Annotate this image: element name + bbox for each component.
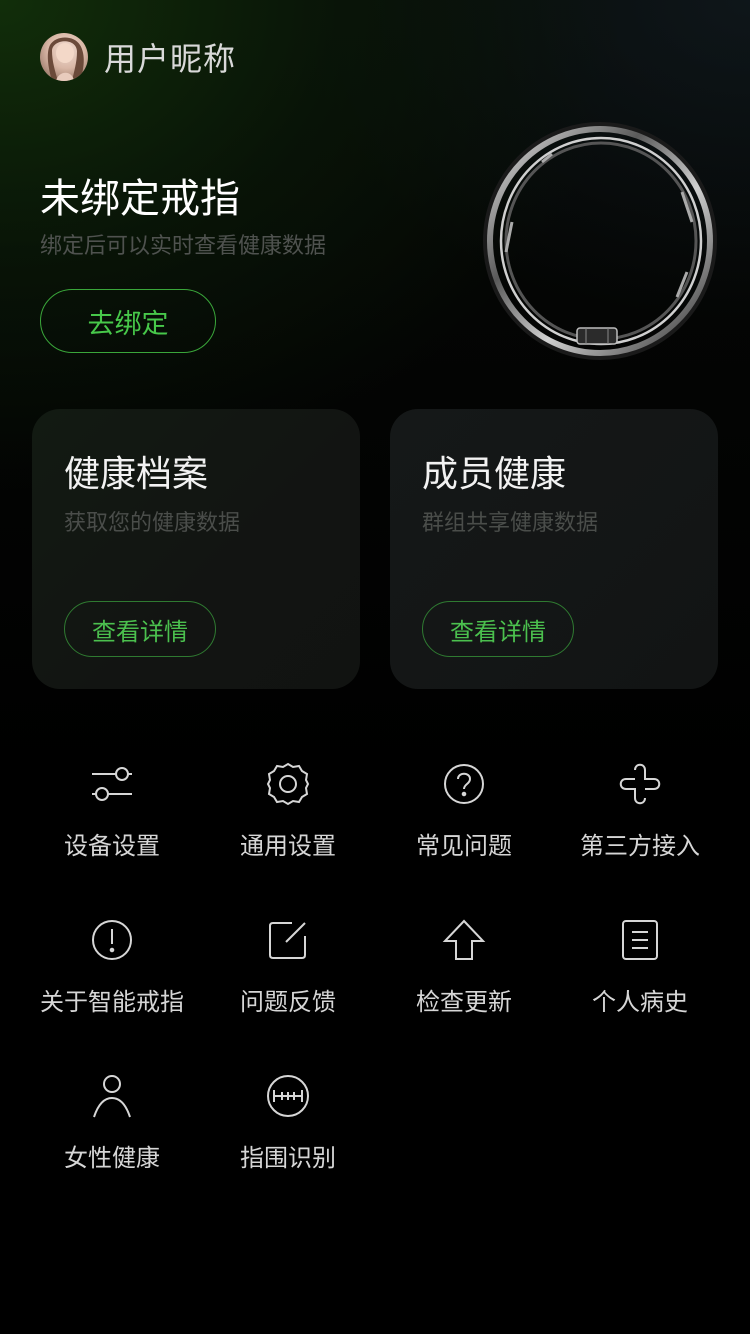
view-details-button[interactable]: 查看详情 — [422, 601, 574, 657]
menu-item-device-settings[interactable]: 设备设置 — [24, 740, 200, 860]
user-avatar-photo-icon — [47, 37, 84, 81]
card-title: 健康档案 — [64, 454, 209, 495]
nickname[interactable]: 用户昵称 — [104, 34, 236, 80]
gear-icon — [266, 762, 310, 806]
arrow-up-icon — [442, 919, 486, 960]
smart-ring-image — [483, 122, 717, 360]
menu-item-label: 问题反馈 — [240, 988, 336, 1016]
sliders-icon — [92, 767, 132, 801]
question-circle-icon — [444, 764, 484, 804]
health-record-card[interactable]: 健康档案 获取您的健康数据 查看详情 — [32, 409, 360, 689]
menu-item-label: 常见问题 — [416, 832, 512, 860]
ruler-circle-icon — [267, 1075, 309, 1117]
menu-item-label: 设备设置 — [64, 832, 160, 860]
bind-ring-button[interactable]: 去绑定 — [40, 289, 216, 353]
menu-item-faq[interactable]: 常见问题 — [376, 740, 552, 860]
menu-item-label: 女性健康 — [64, 1144, 160, 1172]
card-title: 成员健康 — [422, 454, 567, 495]
bind-status-subtitle: 绑定后可以实时查看健康数据 — [40, 234, 327, 259]
menu-item-general-settings[interactable]: 通用设置 — [200, 740, 376, 860]
card-subtitle: 获取您的健康数据 — [64, 511, 241, 536]
view-details-button[interactable]: 查看详情 — [64, 601, 216, 657]
user-header[interactable]: 用户昵称 — [40, 32, 236, 82]
menu-item-label: 个人病史 — [592, 988, 688, 1016]
menu-item-label: 指围识别 — [240, 1144, 336, 1172]
card-subtitle: 群组共享健康数据 — [422, 511, 599, 536]
menu-item-label: 第三方接入 — [580, 832, 700, 860]
edit-icon — [269, 922, 306, 959]
menu-item-label: 检查更新 — [416, 988, 512, 1016]
bind-status-title: 未绑定戒指 — [40, 176, 240, 222]
menu-item-check-update[interactable]: 检查更新 — [376, 896, 552, 1016]
link-cross-icon — [619, 763, 661, 805]
person-icon — [93, 1075, 131, 1118]
menu-item-about-ring[interactable]: 关于智能戒指 — [24, 896, 200, 1016]
menu-item-label: 关于智能戒指 — [40, 988, 184, 1016]
menu-item-female-health[interactable]: 女性健康 — [24, 1052, 200, 1172]
avatar[interactable] — [40, 33, 88, 81]
menu-item-medical-history[interactable]: 个人病史 — [552, 896, 728, 1016]
menu-item-feedback[interactable]: 问题反馈 — [200, 896, 376, 1016]
menu-item-ring-size[interactable]: 指围识别 — [200, 1052, 376, 1172]
member-health-card[interactable]: 成员健康 群组共享健康数据 查看详情 — [390, 409, 718, 689]
document-icon — [622, 920, 658, 960]
menu-item-label: 通用设置 — [240, 832, 336, 860]
menu-item-third-party[interactable]: 第三方接入 — [552, 740, 728, 860]
info-circle-icon — [92, 920, 132, 960]
